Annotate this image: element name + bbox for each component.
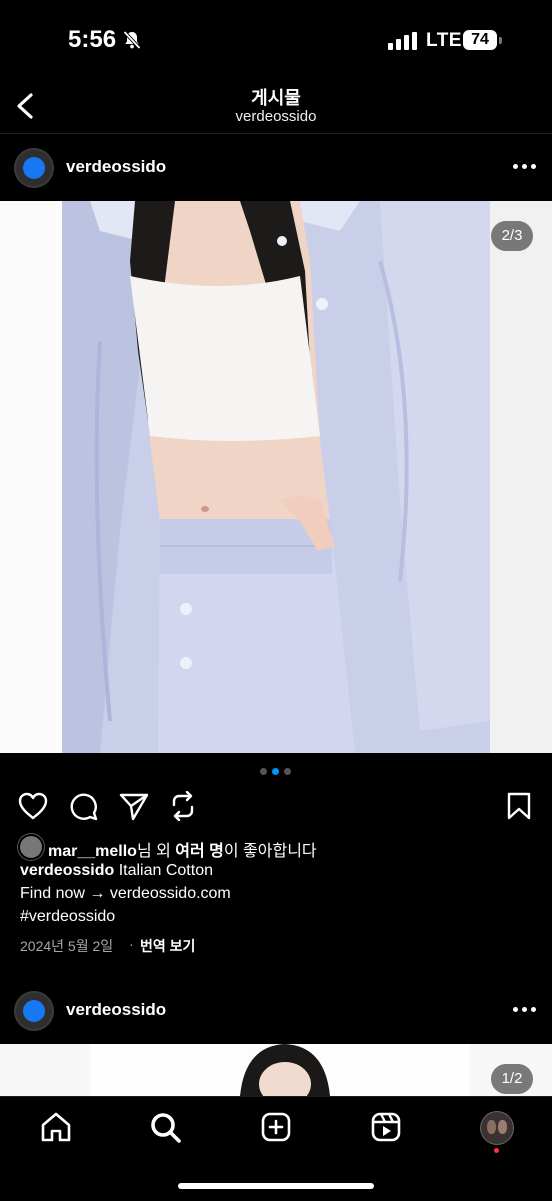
- next-post-username[interactable]: verdeossido: [66, 1000, 166, 1020]
- likes-suffix-2: 이 좋아합니다: [223, 843, 317, 860]
- more-options-icon[interactable]: [513, 164, 537, 170]
- caption-line-2: Find now → verdeossido.com: [20, 885, 231, 902]
- next-post-image[interactable]: 1/2: [0, 1044, 552, 1096]
- heart-icon[interactable]: [18, 792, 48, 820]
- caption-text: Italian Cotton: [114, 862, 213, 879]
- carousel-dot-3: [284, 768, 291, 775]
- home-indicator[interactable]: [178, 1183, 374, 1189]
- create-icon[interactable]: [261, 1112, 291, 1142]
- share-icon[interactable]: [119, 793, 149, 821]
- next-post-avatar[interactable]: [14, 991, 54, 1031]
- post-date: 2024년 5월 2일: [20, 938, 114, 954]
- post-image[interactable]: 2/3: [0, 201, 552, 753]
- next-image-counter: 1/2: [491, 1064, 533, 1094]
- home-icon[interactable]: [40, 1112, 72, 1142]
- reels-icon[interactable]: [371, 1112, 401, 1142]
- comment-icon[interactable]: [69, 792, 98, 821]
- caption-username[interactable]: verdeossido: [20, 862, 114, 879]
- translate-link[interactable]: 번역 보기: [140, 936, 195, 956]
- network-type: LTE: [426, 30, 462, 51]
- liker-avatar[interactable]: [20, 836, 42, 858]
- page-subtitle[interactable]: verdeossido: [0, 108, 552, 125]
- search-icon[interactable]: [150, 1112, 182, 1144]
- next-more-options-icon[interactable]: [513, 1007, 537, 1013]
- carousel-dot-2-active: [272, 768, 279, 775]
- next-photo-illustration: [0, 1044, 552, 1096]
- profile-avatar[interactable]: [481, 1112, 513, 1144]
- status-time: 5:56: [68, 26, 117, 53]
- carousel-dot-1: [260, 768, 267, 775]
- date-separator: ·: [129, 936, 134, 952]
- post-photo-illustration: [0, 201, 552, 753]
- battery-tip: [499, 37, 502, 44]
- notification-dot: [494, 1148, 499, 1153]
- status-bar: 5:56 LTE 74: [0, 0, 552, 80]
- likes-suffix-1: 님 외: [136, 843, 176, 860]
- caption-hashtag[interactable]: #verdeossido: [20, 908, 115, 926]
- repost-icon[interactable]: [169, 791, 197, 821]
- liker-username[interactable]: mar__mello: [48, 843, 137, 860]
- header-divider: [0, 133, 552, 134]
- post-username[interactable]: verdeossido: [66, 157, 166, 177]
- bookmark-icon[interactable]: [507, 792, 531, 820]
- image-counter: 2/3: [491, 221, 533, 251]
- post-avatar[interactable]: [14, 148, 54, 188]
- likes-text[interactable]: mar__mello님 외 여러 명이 좋아합니다: [48, 837, 317, 861]
- page-title: 게시물: [251, 88, 301, 108]
- battery-icon: 74: [463, 30, 497, 50]
- likes-others[interactable]: 여러 명: [175, 843, 224, 860]
- caption: verdeossido Italian Cotton: [20, 862, 213, 880]
- mute-bell-icon: [122, 30, 142, 55]
- cellular-signal-icon: [388, 32, 418, 55]
